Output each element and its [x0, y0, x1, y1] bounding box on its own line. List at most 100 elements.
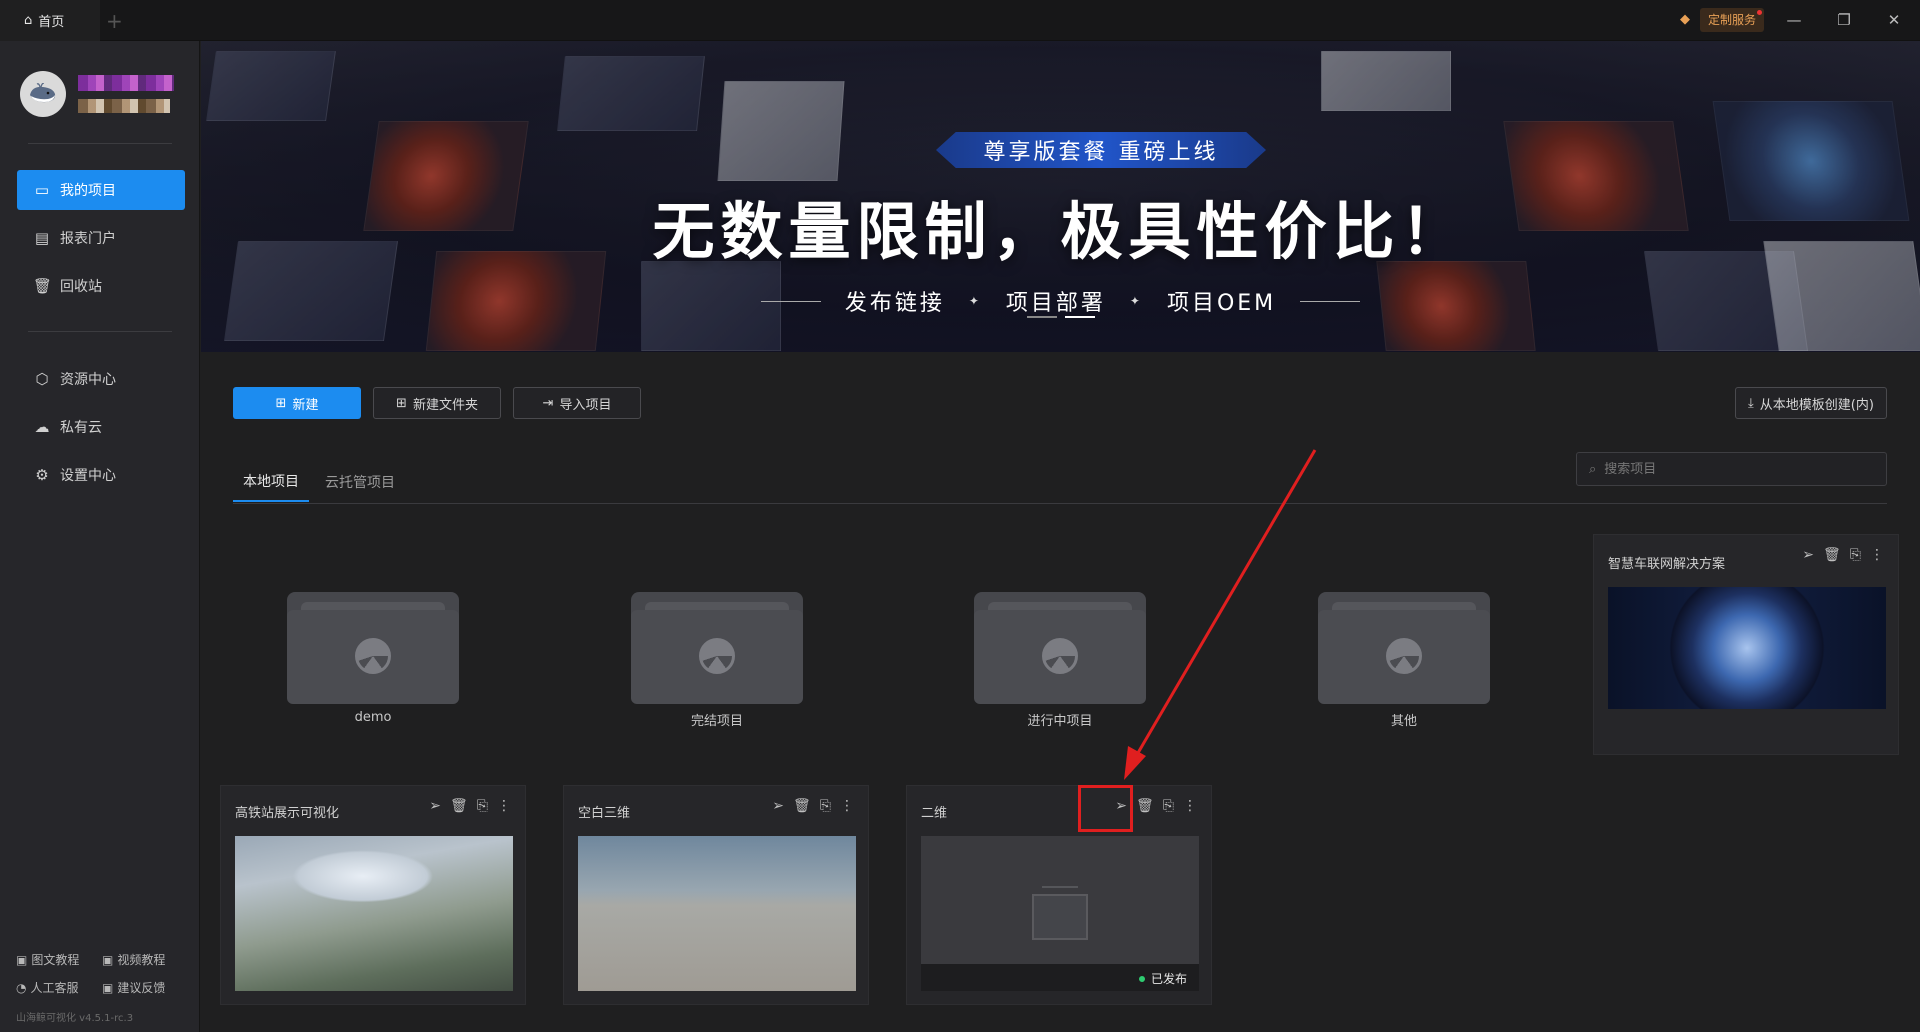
banner-ribbon: 尊享版套餐 重磅上线	[936, 132, 1266, 168]
project-card-railway-station[interactable]: 高铁站展示可视化 ➢ 🗑 ⎘ ⋮	[220, 785, 526, 1005]
banner-features: 发布链接 ✦ 项目部署 ✦ 项目OEM	[201, 285, 1920, 317]
project-title: 智慧车联网解决方案	[1608, 557, 1726, 572]
minimize-button[interactable]: —	[1774, 6, 1814, 34]
carousel-dot-active[interactable]	[1064, 316, 1095, 318]
nav-label: 设置中心	[60, 468, 116, 484]
publish-icon[interactable]: ➢	[1802, 547, 1814, 563]
publish-icon[interactable]: ➢	[429, 798, 441, 814]
project-thumbnail[interactable]	[578, 836, 856, 991]
banner-tile	[717, 81, 845, 181]
tab-home[interactable]: ⌂ 首页	[0, 0, 100, 41]
more-icon[interactable]: ⋮	[840, 798, 854, 814]
nav-private-cloud[interactable]: ☁ 私有云	[17, 407, 185, 447]
folder-label: 其他	[1390, 714, 1417, 729]
highlight-box	[1078, 785, 1133, 832]
trash-icon[interactable]: 🗑	[793, 798, 811, 814]
project-thumbnail[interactable]	[1608, 587, 1886, 709]
link-human-support[interactable]: ◔ 人工客服	[16, 979, 79, 996]
nav-resource-center[interactable]: ⬡ 资源中心	[17, 359, 185, 399]
folder-label: demo	[354, 710, 392, 725]
link-label: 视频教程	[117, 953, 166, 967]
add-tab-button[interactable]: +	[106, 9, 123, 33]
nav-settings[interactable]: ⚙ 设置中心	[17, 455, 185, 495]
nav-label: 我的项目	[60, 183, 116, 199]
carousel-dot[interactable]	[1026, 316, 1057, 318]
search-box[interactable]: ⌕	[1576, 452, 1887, 486]
export-icon[interactable]: ⎘	[820, 798, 831, 814]
folder-demo[interactable]	[287, 592, 459, 704]
tab-local-projects[interactable]: 本地项目	[233, 462, 309, 502]
project-thumbnail[interactable]	[235, 836, 513, 991]
project-card-blank-3d[interactable]: 空白三维 ➢ 🗑 ⎘ ⋮	[563, 785, 869, 1005]
create-from-template-button[interactable]: ⤓ 从本地模板创建(内)	[1735, 387, 1887, 419]
nav-recycle-bin[interactable]: 🗑 回收站	[17, 266, 185, 306]
export-icon[interactable]: ⎘	[477, 798, 488, 814]
version-text: 山海鲸可视化 v4.5.1-rc.3	[16, 1013, 134, 1024]
trash-icon[interactable]: 🗑	[450, 798, 468, 814]
banner-feature: 项目部署	[1005, 291, 1106, 316]
search-icon: ⌕	[1589, 461, 1597, 477]
pie-chart-icon	[1386, 638, 1422, 674]
diamond-icon: ◆	[1680, 12, 1690, 27]
link-feedback[interactable]: ▣ 建议反馈	[102, 979, 165, 996]
folder-plus-icon: ⊞	[396, 395, 407, 411]
nav-label: 资源中心	[60, 372, 116, 388]
tab-cloud-projects[interactable]: 云托管项目	[315, 462, 405, 502]
more-icon[interactable]: ⋮	[497, 798, 511, 814]
nav-my-projects[interactable]: ▭ 我的项目	[17, 170, 185, 210]
project-title: 二维	[921, 806, 948, 821]
folder-in-progress[interactable]	[974, 592, 1146, 704]
more-icon[interactable]: ⋮	[1870, 547, 1884, 563]
cube-icon: ⬡	[35, 370, 49, 388]
publish-icon[interactable]: ➢	[772, 798, 784, 814]
divider	[28, 331, 172, 332]
trash-icon[interactable]: 🗑	[1823, 547, 1841, 563]
pie-chart-icon	[699, 638, 735, 674]
new-folder-button[interactable]: ⊞ 新建文件夹	[373, 387, 501, 419]
folder-other[interactable]	[1318, 592, 1490, 704]
import-project-button[interactable]: ⇥ 导入项目	[513, 387, 641, 419]
published-badge: 已发布	[1139, 970, 1187, 987]
download-icon: ⤓	[1748, 395, 1754, 411]
link-label: 人工客服	[30, 981, 79, 995]
plus-box-icon: ⊞	[275, 395, 287, 411]
project-card-2d[interactable]: 二维 ➢ 🗑 ⎘ ⋮ 已发布	[906, 785, 1212, 1005]
folder-label: 完结项目	[690, 714, 743, 729]
nav-label: 私有云	[60, 420, 102, 436]
new-button[interactable]: ⊞ 新建	[233, 387, 361, 419]
pie-chart-icon	[1042, 638, 1078, 674]
avatar[interactable]	[20, 71, 66, 117]
export-icon[interactable]: ⎘	[1163, 798, 1174, 814]
link-label: 图文教程	[31, 953, 80, 967]
nav-label: 回收站	[60, 279, 102, 295]
folder-finished[interactable]	[631, 592, 803, 704]
link-text-tutorial[interactable]: ▣ 图文教程	[16, 951, 79, 968]
nav-report-portal[interactable]: ▤ 报表门户	[17, 218, 185, 258]
project-card-smart-iov[interactable]: 智慧车联网解决方案 ➢ 🗑 ⎘ ⋮	[1593, 534, 1899, 755]
promo-banner[interactable]: 尊享版套餐 重磅上线 无数量限制，极具性价比！ 发布链接 ✦ 项目部署 ✦ 项目…	[201, 41, 1920, 352]
project-tabs: 本地项目 云托管项目	[233, 462, 405, 502]
custom-service-label: 定制服务	[1700, 8, 1765, 32]
link-label: 建议反馈	[117, 981, 166, 995]
search-input[interactable]	[1604, 461, 1865, 477]
username-blurred	[78, 75, 174, 91]
restore-button[interactable]: ❐	[1824, 6, 1864, 34]
sidebar: ▭ 我的项目 ▤ 报表门户 🗑 回收站 ⬡ 资源中心 ☁ 私有云 ⚙ 设置中心 …	[0, 41, 200, 1032]
link-video-tutorial[interactable]: ▣ 视频教程	[102, 951, 165, 968]
button-label: 导入项目	[559, 397, 612, 413]
trash-icon[interactable]: 🗑	[1136, 798, 1154, 814]
custom-service-button[interactable]: ◆ 定制服务	[1680, 8, 1765, 32]
button-label: 新建文件夹	[412, 397, 478, 413]
more-icon[interactable]: ⋮	[1183, 798, 1197, 814]
book-icon: ▣	[16, 952, 28, 967]
divider	[28, 143, 172, 144]
close-button[interactable]: ✕	[1874, 6, 1914, 34]
import-icon: ⇥	[542, 395, 554, 411]
button-label: 新建	[292, 397, 319, 413]
card-actions: ➢ 🗑 ⎘ ⋮	[1802, 547, 1884, 563]
monitor-icon: ▭	[34, 181, 50, 199]
export-icon[interactable]: ⎘	[1850, 547, 1861, 563]
title-bar: ⌂ 首页 + ◆ 定制服务 — ❐ ✕	[0, 0, 1920, 41]
banner-feature: 发布链接	[844, 291, 945, 316]
tab-home-label: 首页	[38, 15, 65, 30]
